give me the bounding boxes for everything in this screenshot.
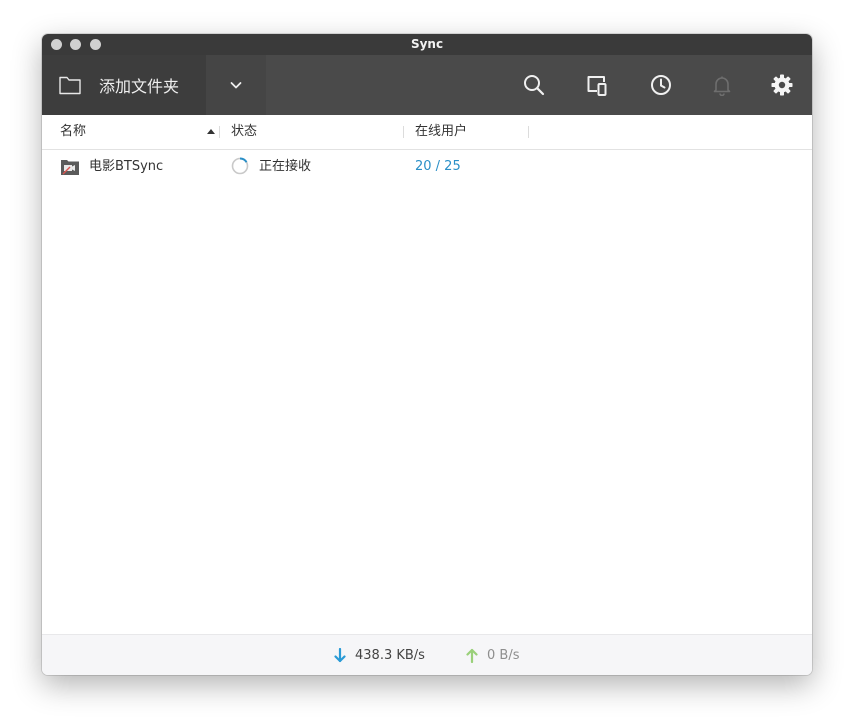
- add-folder-button[interactable]: 添加文件夹: [42, 55, 206, 115]
- toolbar: 添加文件夹: [42, 55, 812, 115]
- column-divider[interactable]: [528, 126, 529, 138]
- folder-icon: [59, 76, 81, 95]
- video-folder-icon: [61, 160, 79, 175]
- add-folder-dropdown-button[interactable]: [206, 55, 266, 115]
- notifications-button[interactable]: [710, 73, 734, 97]
- devices-button[interactable]: [585, 73, 609, 97]
- sync-status: 正在接收: [259, 159, 312, 174]
- sort-ascending-icon: [207, 129, 215, 134]
- sync-window: Sync 添加文件夹 名称 状态 在线用户 电影BTSync 正在接收 20 /…: [42, 34, 812, 675]
- arrow-down-icon: [334, 648, 346, 663]
- folder-name: 电影BTSync: [89, 159, 164, 174]
- column-divider[interactable]: [403, 126, 404, 138]
- upload-speed-value: 0 B/s: [487, 648, 520, 663]
- online-peers[interactable]: 20 / 25: [415, 150, 461, 184]
- add-folder-label: 添加文件夹: [99, 77, 180, 96]
- chevron-down-icon: [230, 82, 242, 89]
- column-header-name[interactable]: 名称: [60, 115, 86, 149]
- bell-icon: [713, 76, 731, 96]
- download-speed-value: 438.3 KB/s: [355, 648, 425, 663]
- column-header-peers[interactable]: 在线用户: [415, 115, 467, 149]
- history-button[interactable]: [649, 73, 673, 97]
- window-title: Sync: [410, 37, 444, 51]
- table-row[interactable]: 电影BTSync 正在接收 20 / 25: [42, 150, 812, 184]
- devices-icon: [587, 76, 607, 96]
- search-icon: [524, 75, 545, 96]
- settings-button[interactable]: [770, 73, 794, 97]
- download-speed: 438.3 KB/s: [334, 635, 425, 675]
- gear-icon: [771, 74, 793, 96]
- syncing-spinner-icon: [231, 157, 249, 175]
- search-button[interactable]: [522, 73, 546, 97]
- history-icon: [651, 75, 671, 95]
- arrow-up-icon: [466, 648, 478, 663]
- status-bar: 438.3 KB/s 0 B/s: [42, 634, 812, 675]
- table-header: 名称 状态 在线用户: [42, 115, 812, 150]
- column-divider[interactable]: [219, 126, 220, 138]
- upload-speed: 0 B/s: [466, 635, 519, 675]
- title-bar: Sync: [42, 34, 812, 55]
- column-header-status[interactable]: 状态: [231, 115, 257, 149]
